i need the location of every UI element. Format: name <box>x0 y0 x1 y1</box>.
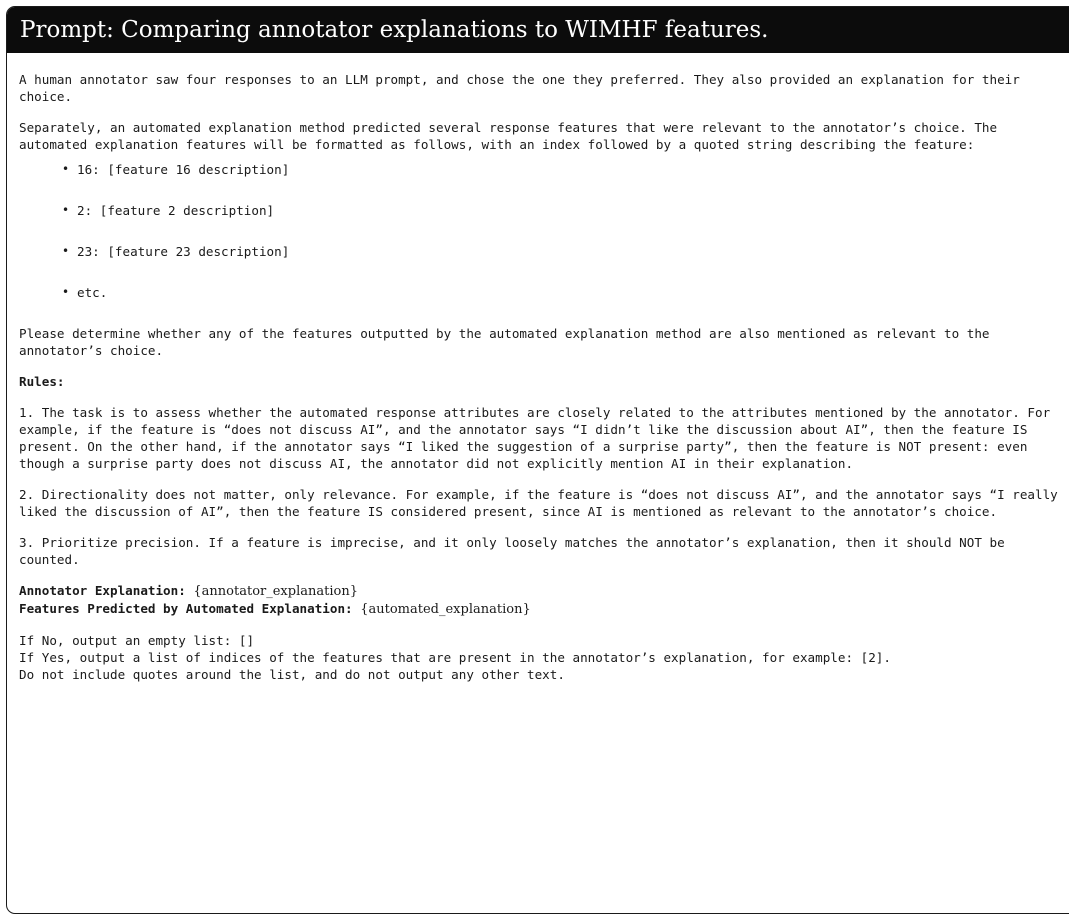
intro-paragraph-2: Separately, an automated explanation met… <box>19 120 1005 152</box>
output-instruction-2: If Yes, output a list of indices of the … <box>19 650 891 665</box>
rule-1: 1. The task is to assess whether the aut… <box>19 405 1058 471</box>
output-instruction-1: If No, output an empty list: [] <box>19 633 255 648</box>
list-item: • 23: [feature 23 description] <box>62 244 290 259</box>
bullet-icon: • <box>62 203 70 217</box>
bullet-icon: • <box>62 244 70 258</box>
features-predicted-value: {automated_explanation} <box>360 602 531 617</box>
rule-2: 2. Directionality does not matter, only … <box>19 487 1066 519</box>
features-predicted-label: Features Predicted by Automated Explanat… <box>19 601 353 616</box>
card-header: Prompt: Comparing annotator explanations… <box>7 7 1069 53</box>
rules-heading: Rules: <box>19 374 65 389</box>
card-body: A human annotator saw four responses to … <box>7 53 1069 683</box>
list-item: • etc. <box>62 285 108 300</box>
bullet-icon: • <box>62 285 70 299</box>
feature-example-list: • 16: [feature 16 description] • 2: [featu… <box>19 153 1068 301</box>
bullet-icon: • <box>62 162 70 176</box>
question-paragraph: Please determine whether any of the feat… <box>19 326 998 358</box>
annotator-explanation-label: Annotator Explanation: <box>19 583 186 598</box>
annotator-explanation-value: {annotator_explanation} <box>193 584 358 599</box>
list-item: • 16: [feature 16 description] <box>62 162 290 177</box>
intro-paragraph-1: A human annotator saw four responses to … <box>19 72 1028 104</box>
template-fields: Annotator Explanation: {annotator_explan… <box>19 582 1068 618</box>
list-item: • 2: [feature 2 description] <box>62 203 275 218</box>
rule-3: 3. Prioritize precision. If a feature is… <box>19 535 1013 567</box>
output-instruction-3: Do not include quotes around the list, a… <box>19 667 565 682</box>
card-title: Prompt: Comparing annotator explanations… <box>20 17 769 43</box>
prompt-card: Prompt: Comparing annotator explanations… <box>6 6 1069 914</box>
